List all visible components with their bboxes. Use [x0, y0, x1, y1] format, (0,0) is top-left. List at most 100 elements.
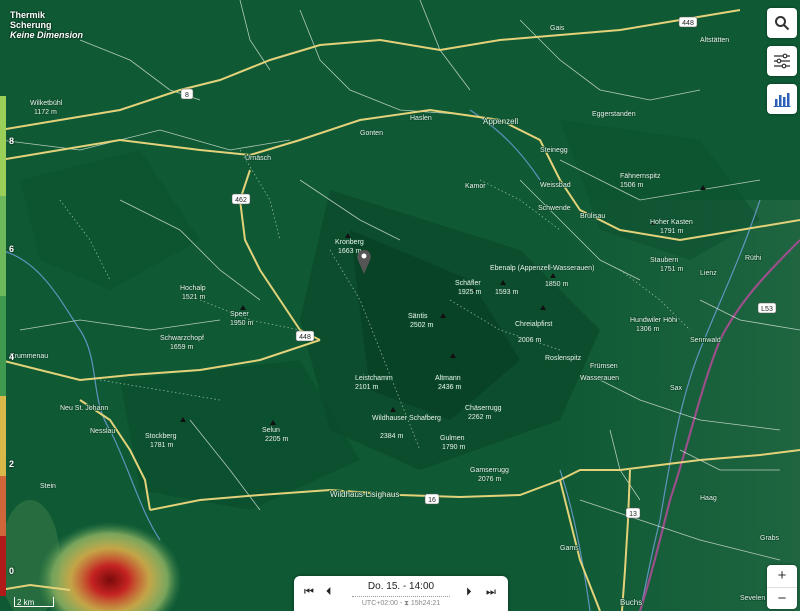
- shield-l53: L53: [761, 306, 773, 313]
- chart-icon: [773, 93, 791, 107]
- label-eggerstanden: Eggerstanden: [592, 111, 636, 118]
- svg-text:1306 m: 1306 m: [636, 326, 660, 333]
- svg-text:2076 m: 2076 m: [478, 476, 502, 483]
- label-gams: Gams: [560, 545, 579, 552]
- label-ebenalp: Ebenalp (Appenzell-Wasserauen): [490, 265, 594, 272]
- label-kamor: Kamor: [465, 183, 486, 190]
- color-legend: 8 6 4 2 0: [0, 96, 14, 596]
- svg-text:2262 m: 2262 m: [468, 414, 492, 421]
- layer-title: Thermik Scherung Keine Dimension: [10, 10, 83, 40]
- legend-tick-8: 8: [9, 136, 15, 146]
- label-buchs: Buchs: [620, 598, 642, 607]
- label-gonten: Gonten: [360, 130, 383, 137]
- svg-text:1950 m: 1950 m: [230, 320, 254, 327]
- shield-16: 16: [428, 497, 436, 504]
- label-chreialpfirst: Chreialpfirst: [515, 321, 552, 328]
- label-altstatten: Altstätten: [700, 37, 729, 44]
- search-icon: [775, 16, 790, 31]
- label-sax: Sax: [670, 385, 683, 392]
- map-canvas[interactable]: 448 8 462 448 16 13 L53 Appenzell Steine…: [0, 0, 800, 611]
- legend-tick-4: 4: [9, 352, 15, 362]
- label-krummenau: Krummenau: [10, 353, 48, 360]
- label-weissbad: Weissbad: [540, 182, 571, 189]
- label-speer: Speer: [230, 311, 249, 318]
- svg-text:2006 m: 2006 m: [518, 337, 542, 344]
- label-staubern: Staubern: [650, 257, 679, 264]
- settings-button[interactable]: [767, 46, 797, 76]
- scale-label: 2 km: [17, 598, 35, 607]
- shield-448-top: 448: [682, 20, 694, 27]
- svg-text:2502 m: 2502 m: [410, 322, 434, 329]
- label-grabs: Grabs: [760, 535, 780, 542]
- label-wildhaus: Wildhaus-Lisighaus: [330, 490, 399, 499]
- legend-tick-0: 0: [9, 566, 15, 576]
- label-hochhus: Roslenspitz: [545, 355, 582, 362]
- zoom-in-button[interactable]: +: [767, 565, 797, 588]
- label-wasserauen: Wasserauen: [580, 375, 619, 382]
- svg-text:1850 m: 1850 m: [545, 281, 569, 288]
- label-altmann: Altmann: [435, 375, 461, 382]
- time-bar: ⏮ ⏴ Do. 15. - 14:00 UTC+02:00 - ⧗ 15h24:…: [294, 576, 508, 611]
- svg-text:2101 m: 2101 m: [355, 384, 379, 391]
- label-frumsen: Frümsen: [590, 363, 618, 370]
- label-sevelen: Sevelen: [740, 595, 765, 602]
- shield-448: 448: [299, 334, 311, 341]
- label-neu-st-johann: Neu St. Johann: [60, 405, 108, 412]
- label-urnasch: Urnäsch: [245, 155, 271, 162]
- svg-text:2384 m: 2384 m: [380, 433, 404, 440]
- scale-bar: 2 km: [14, 597, 54, 607]
- label-haag: Haag: [700, 495, 717, 502]
- label-hoher-kasten: Hoher Kasten: [650, 219, 693, 226]
- label-rot-spitz: Hundwiler Höhi: [630, 317, 678, 324]
- zoom-out-button[interactable]: −: [767, 588, 797, 610]
- shield-13: 13: [629, 511, 637, 518]
- step-forward-button[interactable]: ⏵: [466, 586, 472, 599]
- layer-title-line3: Keine Dimension: [10, 30, 84, 40]
- shield-462: 462: [235, 197, 247, 204]
- svg-text:1506 m: 1506 m: [620, 182, 644, 189]
- label-schwende: Schwende: [538, 205, 571, 212]
- label-fahnern: Fähnernspitz: [620, 173, 661, 180]
- label-gir: Leistchamm: [355, 375, 393, 382]
- svg-text:1791 m: 1791 m: [660, 228, 684, 235]
- label-stockberg: Stockberg: [145, 433, 177, 440]
- svg-text:1790 m: 1790 m: [442, 444, 466, 451]
- svg-text:1781 m: 1781 m: [150, 442, 174, 449]
- svg-text:1172 m: 1172 m: [34, 109, 57, 116]
- zoom-control: + −: [767, 565, 797, 609]
- time-label: Do. 15. - 14:00: [367, 581, 435, 592]
- label-appenzell: Appenzell: [483, 117, 518, 126]
- label-steinegg: Steinegg: [540, 147, 568, 154]
- svg-text:1593 m: 1593 m: [495, 289, 519, 296]
- svg-text:2205 m: 2205 m: [265, 436, 289, 443]
- legend-tick-6: 6: [9, 244, 15, 254]
- label-schafberg: Wildhauser Schafberg: [372, 415, 441, 422]
- skip-last-button[interactable]: ⏭: [486, 586, 496, 599]
- label-hochalp: Hochalp: [180, 285, 206, 292]
- label-buess-chopf: Stein: [40, 483, 56, 490]
- label-haslen: Haslen: [410, 115, 432, 122]
- layer-title-line1: Thermik: [10, 10, 46, 20]
- shield-8: 8: [185, 92, 189, 99]
- svg-text:2436 m: 2436 m: [438, 384, 462, 391]
- label-chaeserrugg: Chäserrugg: [465, 405, 502, 412]
- chart-button[interactable]: [767, 84, 797, 114]
- label-kronberg: Kronberg: [335, 239, 364, 246]
- svg-text:1751 m: 1751 m: [660, 266, 684, 273]
- label-wilketbuehl: Wilketbühl: [30, 100, 63, 107]
- label-schwarzchopf: Schwarzchopf: [160, 335, 204, 342]
- svg-text:1659 m: 1659 m: [170, 344, 194, 351]
- label-sennwald: Sennwald: [690, 337, 721, 344]
- label-selun: Selun: [262, 427, 280, 434]
- label-saentis: Säntis: [408, 313, 428, 320]
- search-button[interactable]: [767, 8, 797, 38]
- legend-tick-2: 2: [9, 459, 15, 469]
- label-gulmen: Gulmen: [440, 435, 465, 442]
- layer-title-line2: Scherung: [10, 20, 52, 30]
- svg-text:1925 m: 1925 m: [458, 289, 482, 296]
- label-nesslau: Nesslau: [90, 428, 115, 435]
- svg-text:1521 m: 1521 m: [182, 294, 206, 301]
- label-brulisau: Brülisau: [580, 213, 605, 220]
- label-gamserrugg: Gamserrugg: [470, 467, 509, 474]
- label-gais: Gais: [550, 25, 565, 32]
